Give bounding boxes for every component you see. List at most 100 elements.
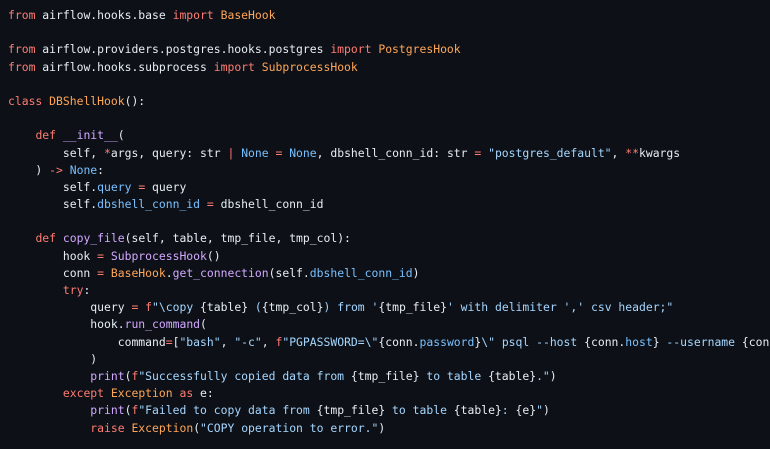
code-line: from airflow.providers.postgres.hooks.po…: [8, 41, 770, 58]
code-editor[interactable]: from airflow.hooks.base import BaseHook …: [0, 0, 770, 449]
code-token: =: [206, 197, 214, 212]
code-token: :: [501, 403, 516, 418]
code-token: ): [378, 420, 386, 435]
code-line: print(f"Successfully copied data from {t…: [8, 368, 770, 385]
code-token: query: [97, 179, 132, 194]
code-token: None: [241, 145, 269, 160]
code-line: try:: [8, 282, 770, 299]
code-token: {tmp_file}: [316, 403, 386, 418]
code-line: def copy_file(self, table, tmp_file, tmp…: [8, 230, 770, 247]
code-token: "\copy: [152, 300, 201, 315]
code-token: :: [83, 283, 91, 297]
code-token: ) from ': [323, 300, 379, 315]
code-token: from: [8, 8, 36, 22]
code-token: conn: [8, 265, 98, 280]
code-token: to table: [419, 368, 489, 383]
code-token: {table}: [488, 368, 537, 383]
code-line: from airflow.hooks.subprocess import Sub…: [8, 59, 770, 76]
code-token: BaseHook: [110, 265, 166, 280]
code-token: self,: [8, 145, 105, 160]
code-token: command: [8, 334, 166, 349]
code-token: to table: [385, 403, 454, 418]
code-token: def: [35, 128, 57, 143]
code-line: query = f"\copy {table} ({tmp_col}) from…: [8, 299, 770, 316]
code-token: from: [8, 59, 36, 74]
code-token: password: [419, 334, 475, 349]
code-token: "bash": [179, 334, 221, 349]
code-token: dbshell_conn_id: [213, 197, 324, 212]
code-token: BaseHook: [220, 8, 276, 22]
code-token: query: [145, 179, 187, 194]
code-token: **: [625, 145, 639, 160]
code-token: f: [145, 300, 153, 315]
code-token: query: [8, 300, 132, 315]
code-token: PostgresHook: [378, 42, 461, 57]
code-line: hook = SubprocessHook(): [8, 248, 770, 265]
code-token: "PGPASSWORD=\": [282, 334, 379, 349]
code-token: get_connection: [172, 265, 269, 280]
code-token: \" psql --host: [481, 334, 585, 349]
code-token: airflow.providers.postgres.hooks.postgre…: [35, 42, 331, 57]
code-line: print(f"Failed to copy data from {tmp_fi…: [8, 402, 770, 419]
code-token: :: [97, 162, 105, 177]
code-token: ,: [220, 334, 235, 349]
code-token: =: [165, 334, 173, 349]
code-token: DBShellHook: [49, 93, 125, 108]
code-token: .": [536, 368, 550, 383]
code-token: ->: [49, 162, 63, 177]
code-token: --username: [659, 334, 742, 349]
code-token: =: [97, 265, 105, 280]
code-token: None: [289, 145, 317, 160]
code-token: (: [117, 128, 125, 143]
code-token: (: [200, 317, 207, 332]
code-token: ): [8, 351, 98, 366]
code-token: print: [90, 403, 125, 418]
code-token: {conn.: [378, 334, 420, 349]
code-token: =: [97, 248, 105, 263]
code-token: as: [179, 386, 194, 401]
code-token: copy_file: [62, 231, 125, 246]
code-token: dbshell_conn_id: [309, 265, 413, 280]
code-line: ) -> None:: [8, 162, 770, 179]
code-token: __init__: [62, 128, 118, 143]
code-token: class: [8, 93, 43, 108]
code-token: try: [62, 283, 84, 297]
code-token: ,: [611, 145, 626, 160]
code-token: {e}: [515, 403, 537, 418]
code-token: (): [206, 248, 221, 263]
code-line: class DBShellHook():: [8, 93, 770, 110]
code-token: {tmp_file}: [378, 300, 447, 315]
code-block[interactable]: from airflow.hooks.base import BaseHook …: [8, 7, 770, 437]
code-line: conn = BaseHook.get_connection(self.dbsh…: [8, 265, 770, 282]
code-line: ): [8, 351, 770, 368]
code-token: {conn.: [584, 334, 626, 349]
code-line: hook.run_command(: [8, 316, 770, 333]
code-token: "-c": [234, 334, 262, 349]
code-line: raise Exception("COPY operation to error…: [8, 420, 770, 437]
code-token: .: [165, 265, 173, 280]
code-token: (self.: [268, 265, 310, 280]
code-token: hook: [8, 248, 98, 263]
code-token: ():: [124, 93, 146, 108]
code-token: Exception: [131, 420, 194, 435]
code-token: "Successfully copied data from: [138, 368, 351, 383]
code-line: def __init__(: [8, 127, 770, 144]
code-token: def: [35, 231, 57, 246]
code-token: run_command: [124, 317, 201, 332]
code-line: command=["bash", "-c", f"PGPASSWORD=\"{c…: [8, 334, 770, 351]
